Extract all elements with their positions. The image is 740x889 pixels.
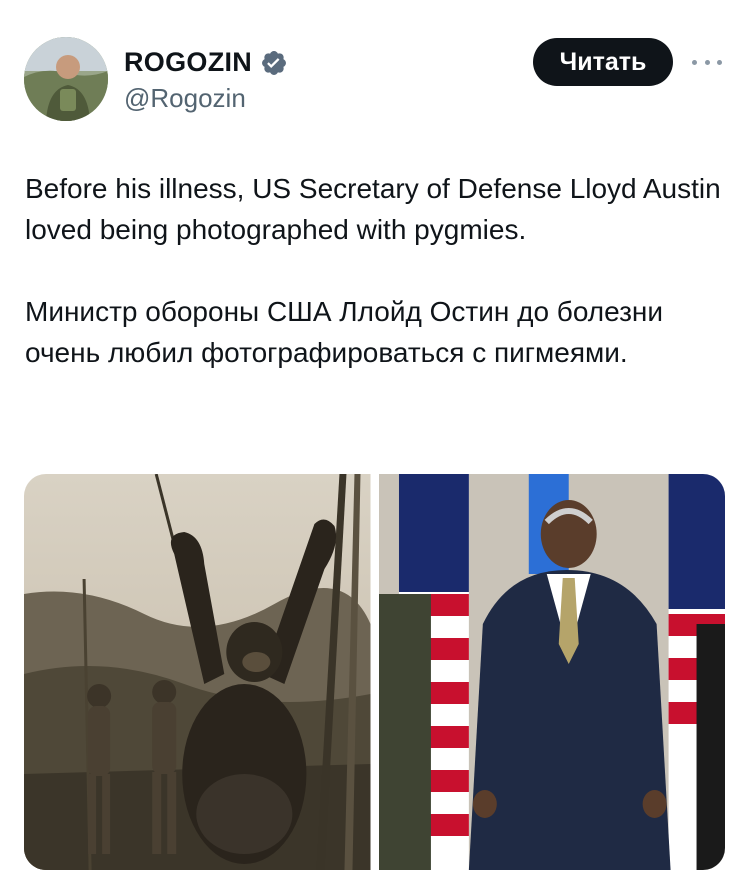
verified-badge-icon [260, 49, 288, 77]
media-photo-left[interactable] [24, 474, 371, 870]
media-grid [24, 474, 725, 870]
tweet-text: Before his illness, US Secretary of Defe… [25, 168, 725, 373]
author-handle[interactable]: @Rogozin [124, 83, 246, 114]
avatar[interactable] [24, 37, 108, 121]
author-name-row: ROGOZIN [124, 47, 288, 78]
follow-button[interactable]: Читать [533, 38, 673, 86]
tweet-text-russian: Министр обороны США Ллойд Остин до болез… [25, 296, 664, 368]
more-horizontal-icon[interactable] [692, 55, 722, 69]
tweet-card: ROGOZIN @Rogozin Читать Before his illne… [0, 0, 740, 889]
photo-man-in-suit-with-flags-icon [378, 474, 725, 870]
tweet-text-english: Before his illness, US Secretary of Defe… [25, 173, 721, 245]
display-name[interactable]: ROGOZIN [124, 47, 252, 78]
media-photo-right[interactable] [378, 474, 725, 870]
avatar-photo-icon [24, 37, 108, 121]
sepia-photo-gorilla-icon [24, 474, 371, 870]
